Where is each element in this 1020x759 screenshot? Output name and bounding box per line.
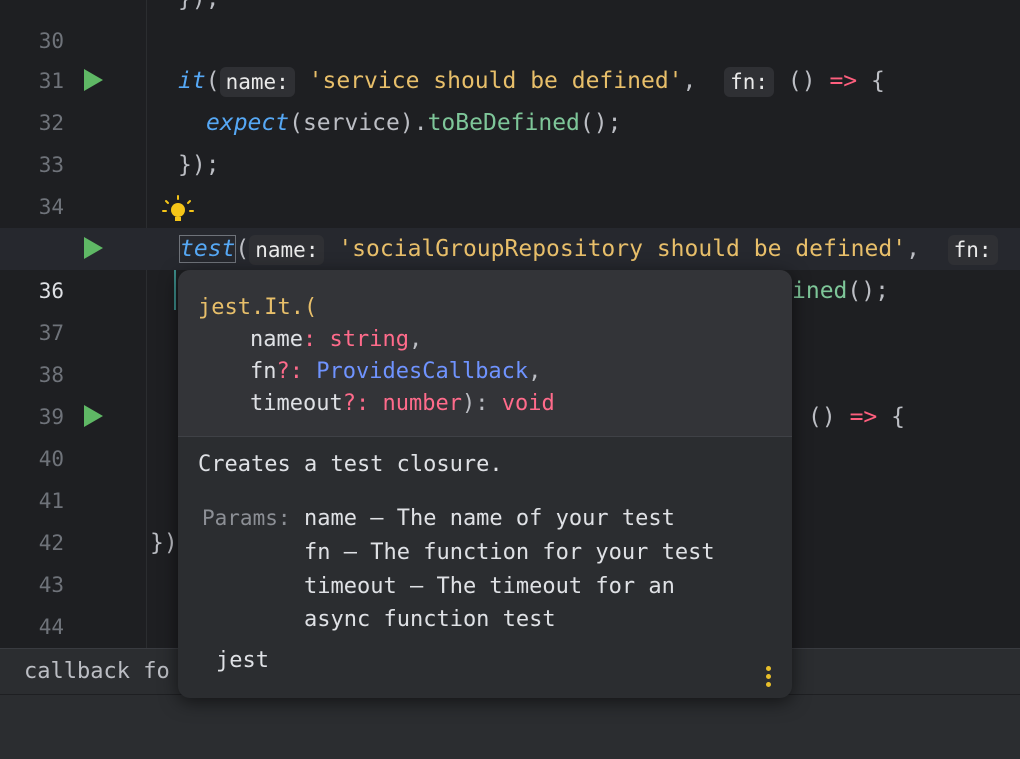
bottom-panel bbox=[0, 694, 1020, 759]
code-text: ined(); bbox=[792, 278, 889, 304]
code-text: }) bbox=[150, 530, 178, 556]
function-name: test bbox=[178, 235, 237, 263]
param-doc: fn – The function for your test bbox=[304, 540, 715, 565]
signature-param-fn: fn?: ProvidesCallback, bbox=[250, 359, 542, 384]
signature-param-name: name: string, bbox=[250, 327, 423, 352]
doc-source: jest bbox=[216, 648, 269, 673]
code-text: it(name: 'service should be defined', fn… bbox=[178, 60, 885, 102]
params-label: Params: bbox=[202, 506, 291, 530]
signature-section: jest.It.( name: string, fn?: ProvidesCal… bbox=[178, 270, 792, 437]
run-test-icon[interactable] bbox=[84, 405, 103, 427]
run-test-icon[interactable] bbox=[84, 237, 103, 259]
documentation-popup[interactable]: jest.It.( name: string, fn?: ProvidesCal… bbox=[178, 270, 792, 698]
code-line-35[interactable]: 35 bbox=[0, 186, 1020, 261]
signature-name: jest.It.( bbox=[198, 295, 318, 320]
doc-description: Creates a test closure. bbox=[198, 452, 503, 477]
code-text: () => { bbox=[808, 404, 905, 430]
param-hint-fn: fn: bbox=[724, 66, 775, 97]
code-text: }); bbox=[178, 152, 220, 178]
more-options-icon[interactable] bbox=[766, 666, 772, 690]
code-line-36[interactable]: 36 test(name: 'socialGroupRepository sho… bbox=[0, 228, 1020, 303]
code-line-30[interactable]: 30 }); bbox=[0, 0, 1020, 53]
signature-param-timeout: timeout?: number): void bbox=[250, 391, 555, 416]
breadcrumb-text[interactable]: callback fo bbox=[24, 649, 170, 695]
param-doc: async function test bbox=[304, 607, 556, 632]
code-text: }); bbox=[178, 0, 220, 20]
code-text: test(name: 'socialGroupRepository should… bbox=[178, 228, 998, 270]
code-line-32[interactable]: 32 it(name: 'service should be defined',… bbox=[0, 60, 1020, 135]
function-name: it bbox=[178, 68, 206, 94]
code-line-31[interactable]: 31 bbox=[0, 18, 1020, 93]
param-hint-fn: fn: bbox=[947, 234, 998, 265]
code-text: expect(service).toBeDefined(); bbox=[206, 110, 622, 136]
param-hint-name: name: bbox=[249, 234, 325, 265]
line-number: 44 bbox=[38, 615, 64, 639]
run-test-icon[interactable] bbox=[84, 69, 103, 91]
code-line-33[interactable]: 33 expect(service).toBeDefined(); bbox=[0, 102, 1020, 177]
code-line-34[interactable]: 34 }); bbox=[0, 144, 1020, 219]
param-doc: name – The name of your test bbox=[304, 506, 675, 531]
string-literal: 'socialGroupRepository should be defined… bbox=[338, 236, 907, 262]
param-hint-name: name: bbox=[219, 66, 295, 97]
param-doc: timeout – The timeout for an bbox=[304, 574, 675, 599]
lightbulb-icon[interactable] bbox=[160, 193, 196, 229]
string-literal: 'service should be defined' bbox=[308, 68, 683, 94]
indent-guide bbox=[174, 270, 176, 310]
